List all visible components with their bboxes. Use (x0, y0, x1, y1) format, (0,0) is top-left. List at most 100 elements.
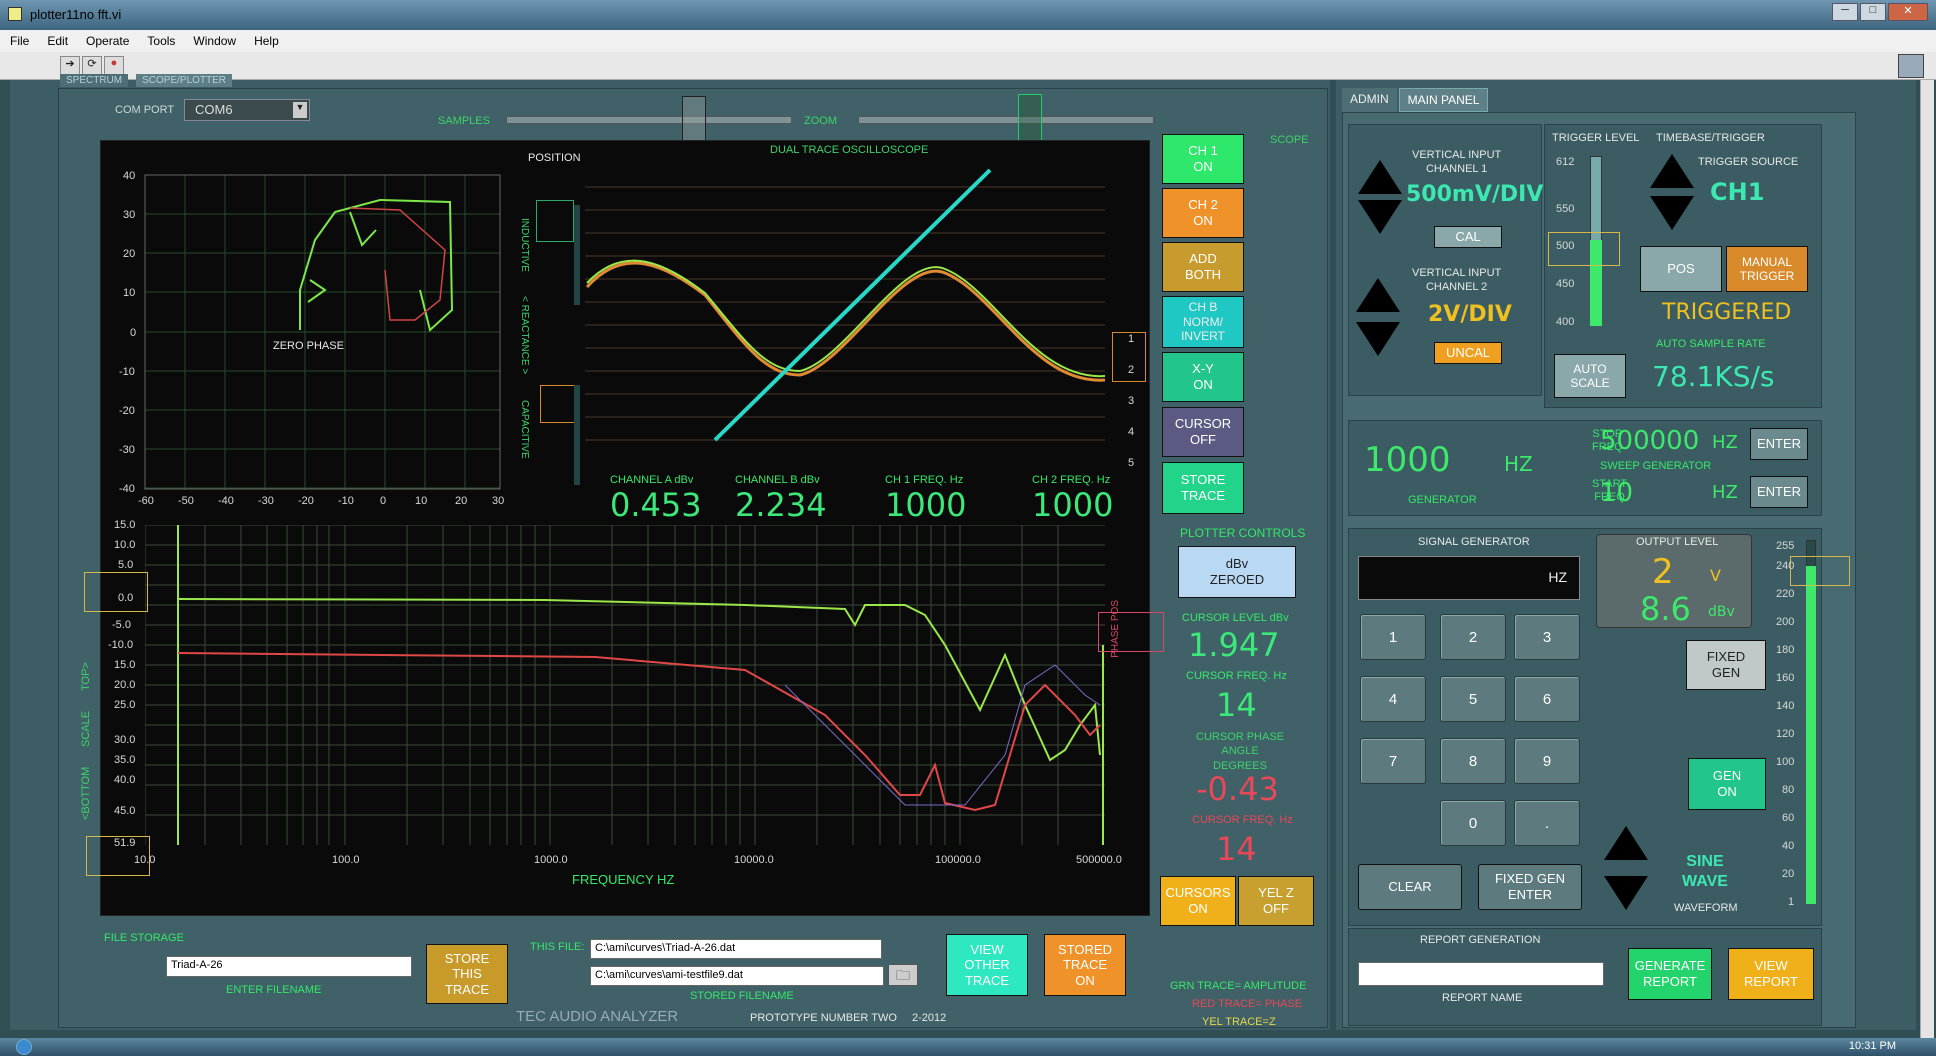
phase-pos-marker[interactable] (1098, 612, 1164, 652)
output-tick: 255 (1776, 540, 1795, 552)
waveform-down-arrow[interactable] (1604, 876, 1648, 910)
minimize-button[interactable]: ─ (1832, 3, 1858, 21)
ch1-down-arrow[interactable] (1358, 200, 1402, 234)
ch2-position-marker[interactable] (540, 385, 578, 423)
com-port-select[interactable]: COM6 ▼ (184, 99, 310, 121)
menu-help[interactable]: Help (254, 34, 279, 48)
key-2[interactable]: 2 (1440, 614, 1506, 660)
waveform-value: SINE WAVE (1682, 853, 1728, 890)
add-both-button[interactable]: ADD BOTH (1162, 242, 1244, 292)
ch1-position-slider[interactable] (574, 205, 580, 305)
view-other-trace-button[interactable]: VIEW OTHER TRACE (946, 934, 1028, 996)
plotter-controls-title: PLOTTER CONTROLS (1180, 526, 1306, 540)
menu-file[interactable]: File (10, 34, 29, 48)
yel-z-off-button[interactable]: YEL Z OFF (1238, 876, 1314, 926)
zoom-slider-handle[interactable] (1018, 94, 1042, 142)
ch1-up-arrow[interactable] (1358, 160, 1402, 194)
report-name-input[interactable] (1358, 962, 1604, 986)
samples-slider-handle[interactable] (682, 96, 706, 142)
key-7[interactable]: 7 (1360, 738, 1426, 784)
uncal-button[interactable]: UNCAL (1434, 342, 1502, 364)
ch1-on-button[interactable]: CH 1 ON (1162, 134, 1244, 184)
ch2-down-arrow[interactable] (1356, 322, 1400, 356)
report-name-label: REPORT NAME (1442, 992, 1523, 1004)
close-button[interactable]: ✕ (1888, 3, 1928, 21)
plot-xtick: 10.0 (134, 854, 156, 866)
filename-input[interactable]: Triad-A-26 (166, 956, 412, 977)
zoom-slider[interactable] (858, 116, 1154, 124)
xy-ytick: 10 (123, 287, 136, 299)
ch2-on-button[interactable]: CH 2 ON (1162, 188, 1244, 238)
key-8[interactable]: 8 (1440, 738, 1506, 784)
key-dot[interactable]: . (1514, 800, 1580, 846)
xy-ytick: 20 (123, 248, 136, 260)
samples-slider[interactable] (506, 116, 792, 124)
output-level-handle[interactable] (1790, 556, 1850, 586)
pos-button[interactable]: POS (1640, 246, 1722, 292)
auto-scale-button[interactable]: AUTO SCALE (1554, 354, 1626, 398)
view-report-button[interactable]: VIEW REPORT (1728, 948, 1814, 1000)
stored-trace-on-button[interactable]: STORED TRACE ON (1044, 934, 1126, 996)
key-3[interactable]: 3 (1514, 614, 1580, 660)
trigger-level-handle[interactable] (1548, 232, 1620, 266)
fixed-gen-enter-button[interactable]: FIXED GEN ENTER (1478, 864, 1582, 910)
run-arrow-icon[interactable]: ➔ (60, 56, 80, 75)
dbv-zeroed-button[interactable]: dBv ZEROED (1178, 546, 1296, 598)
plot-ytick: 20.0 (114, 679, 136, 691)
tab-main-panel[interactable]: MAIN PANEL (1398, 88, 1489, 112)
output-dbv-unit: dBv (1708, 604, 1735, 620)
key-1[interactable]: 1 (1360, 614, 1426, 660)
auto-sample-rate-label: AUTO SAMPLE RATE (1656, 338, 1766, 350)
ch-b-invert-button[interactable]: CH B NORM/ INVERT (1162, 296, 1244, 348)
store-trace-button[interactable]: STORE TRACE (1162, 462, 1244, 514)
menu-bar: File Edit Operate Tools Window Help (0, 30, 1936, 52)
tab-scope-plotter[interactable]: SCOPE/PLOTTER (136, 74, 233, 87)
key-9[interactable]: 9 (1514, 738, 1580, 784)
timebase-up-arrow[interactable] (1650, 154, 1694, 188)
folder-browse-icon[interactable]: 🗀 (888, 964, 918, 986)
scope-cursor-marker[interactable] (1112, 332, 1146, 382)
inductive-label: INDUCTIVE (519, 218, 530, 272)
key-4[interactable]: 4 (1360, 676, 1426, 722)
tab-admin[interactable]: ADMIN (1342, 88, 1397, 112)
menu-operate[interactable]: Operate (86, 34, 129, 48)
cursors-on-button[interactable]: CURSORS ON (1160, 876, 1236, 926)
stored-file-path[interactable]: C:\ami\curves\ami-testfile9.dat (590, 966, 884, 986)
output-tick: 200 (1776, 616, 1795, 628)
cal-button[interactable]: CAL (1434, 226, 1502, 248)
key-0[interactable]: 0 (1440, 800, 1506, 846)
generate-report-button[interactable]: GENERATE REPORT (1628, 948, 1712, 1000)
waveform-up-arrow[interactable] (1604, 826, 1648, 860)
key-6[interactable]: 6 (1514, 676, 1580, 722)
tab-spectrum[interactable]: SPECTRUM (60, 74, 129, 87)
store-this-trace-button[interactable]: STORE THIS TRACE (426, 944, 508, 1004)
run-continuous-icon[interactable]: ⟳ (82, 56, 102, 75)
vertical-scrollbar[interactable] (1920, 80, 1934, 1038)
stop-enter-button[interactable]: ENTER (1750, 428, 1808, 460)
start-enter-button[interactable]: ENTER (1750, 476, 1808, 508)
menu-tools[interactable]: Tools (147, 34, 175, 48)
ch2-up-arrow[interactable] (1356, 278, 1400, 312)
xy-xtick: 0 (380, 495, 387, 507)
this-file-path[interactable]: C:\ami\curves\Triad-A-26.dat (590, 939, 882, 959)
chevron-down-icon[interactable]: ▼ (293, 102, 307, 118)
manual-trigger-button[interactable]: MANUAL TRIGGER (1726, 246, 1808, 292)
timebase-down-arrow[interactable] (1650, 196, 1694, 230)
key-5[interactable]: 5 (1440, 676, 1506, 722)
top-scale-marker[interactable] (84, 572, 148, 612)
enter-filename-label: ENTER FILENAME (226, 984, 322, 996)
start-icon[interactable] (16, 1039, 32, 1055)
fixed-gen-button[interactable]: FIXED GEN (1686, 640, 1766, 690)
menu-window[interactable]: Window (193, 34, 236, 48)
abort-icon[interactable]: ● (104, 56, 124, 75)
cursor-off-button[interactable]: CURSOR OFF (1162, 407, 1244, 457)
maximize-button[interactable]: □ (1860, 3, 1886, 21)
xy-on-button[interactable]: X-Y ON (1162, 352, 1244, 402)
xy-xtick: -40 (218, 495, 234, 507)
gen-on-button[interactable]: GEN ON (1688, 758, 1766, 810)
ch2-position-slider[interactable] (574, 385, 580, 485)
menu-edit[interactable]: Edit (47, 34, 68, 48)
clear-button[interactable]: CLEAR (1358, 864, 1462, 910)
output-tick: 60 (1782, 812, 1795, 824)
ch1-position-marker[interactable] (536, 200, 574, 242)
